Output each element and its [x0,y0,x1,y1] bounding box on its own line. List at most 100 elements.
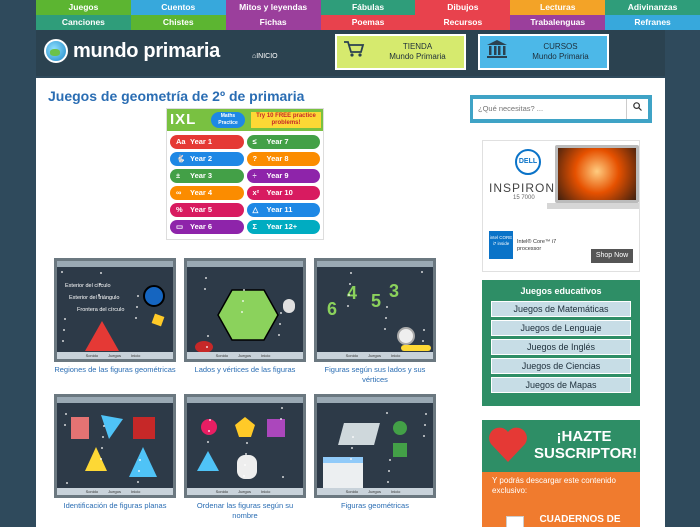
shop-now-button[interactable]: Shop Now [591,249,633,263]
star-decoration [351,447,353,449]
nav-item-adivinanzas[interactable]: Adivinanzas [605,0,700,15]
nav-item-recursos[interactable]: Recursos [415,15,511,30]
game-title[interactable]: Identificación de figuras planas [54,501,176,511]
thumb-footer-sonido[interactable]: Sonido [86,489,98,494]
search-button[interactable] [626,99,648,119]
educational-games-link[interactable]: Juegos de Lenguaje [491,320,631,336]
site-logo[interactable]: mundo primaria [44,39,220,63]
ixl-year-button[interactable]: ? Year 8 [246,152,320,166]
ixl-year-button[interactable]: ≤ Year 7 [246,135,320,149]
thumb-footer-juegos[interactable]: Juegos [238,353,251,358]
tienda-button[interactable]: TIENDA Mundo Primaria [335,34,466,70]
game-thumbnail[interactable]: 4 5 3 6 Sonido Juegos Inicio [314,258,436,362]
subscribe-header: ¡HAZTE SUSCRIPTOR! [482,420,640,472]
thumb-footer-sonido[interactable]: Sonido [346,489,358,494]
ixl-year-button[interactable]: 🐇 Year 2 [170,152,244,166]
laptop-base [547,203,639,209]
ixl-year-button[interactable]: ▭ Year 6 [170,220,244,234]
nav-item-refranes[interactable]: Refranes [605,15,700,30]
star-decoration [205,277,207,279]
star-decoration [138,470,140,472]
thumb-footer-inicio[interactable]: Inicio [391,353,400,358]
hexagon-shape [217,289,279,341]
game-card[interactable]: 4 5 3 6 Sonido Juegos Inicio Figuras según… [314,258,436,384]
thumb-footer-inicio[interactable]: Inicio [261,353,270,358]
heart-icon [489,427,527,462]
game-thumbnail[interactable]: Sonido Juegos Inicio [54,394,176,498]
home-link[interactable]: ⌂INICIO [252,53,278,60]
nav-item-cuentos[interactable]: Cuentos [130,0,226,15]
thumb-footer-inicio[interactable]: Inicio [391,489,400,494]
game-thumbnail[interactable]: Sonido Juegos Inicio [184,394,306,498]
thumb-footer: Sonido Juegos Inicio [57,352,173,359]
thumb-footer-inicio[interactable]: Inicio [131,353,140,358]
nav-item-poemas[interactable]: Poemas [320,15,416,30]
subscribe-banner[interactable]: ¡HAZTE SUSCRIPTOR! Y podrás descargar es… [482,420,640,527]
game-card[interactable]: Sonido Juegos Inicio Ordenar las figuras s… [184,394,306,520]
thumb-footer-inicio[interactable]: Inicio [131,489,140,494]
ixl-year-button[interactable]: Aa Year 1 [170,135,244,149]
astronaut-figure [397,327,415,345]
thumb-footer-sonido[interactable]: Sonido [86,353,98,358]
thumb-footer-sonido[interactable]: Sonido [346,353,358,358]
thumb-footer-sonido[interactable]: Sonido [216,353,228,358]
game-card[interactable]: Sonido Juegos Inicio Figuras geométricas [314,394,436,511]
educational-games-link[interactable]: Juegos de Inglés [491,339,631,355]
nav-item-lecturas[interactable]: Lecturas [510,0,606,15]
ixl-year-button[interactable]: Σ Year 12+ [246,220,320,234]
star-decoration [137,295,139,297]
ixl-year-button[interactable]: ± Year 3 [170,169,244,183]
star-decoration [64,424,66,426]
thumb-footer-juegos[interactable]: Juegos [108,489,121,494]
thumb-footer-inicio[interactable]: Inicio [261,489,270,494]
nav-item-dibujos[interactable]: Dibujos [415,0,511,15]
thumb-footer-juegos[interactable]: Juegos [108,353,121,358]
game-title[interactable]: Regiones de las figuras geométricas [54,365,176,375]
dell-advertisement[interactable]: DELL INSPIRON 15 7000 intel CORE i7 insi… [482,140,640,272]
nav-item-trabalenguas[interactable]: Trabalenguas [510,15,606,30]
nav-item-fichas[interactable]: Fichas [225,15,321,30]
ixl-advertisement[interactable]: IXL Maths Practice Try 10 FREE practice … [166,108,324,240]
nav-item-fábulas[interactable]: Fábulas [320,0,416,15]
star-decoration [207,441,209,443]
game-thumbnail[interactable]: Exterior del círculo Exterior del triáng… [54,258,176,362]
ixl-year-button[interactable]: x² Year 10 [246,186,320,200]
educational-games-link[interactable]: Juegos de Matemáticas [491,301,631,317]
thumb-number: 6 [327,299,338,319]
ixl-year-button[interactable]: ∞ Year 4 [170,186,244,200]
cursos-button[interactable]: CURSOS Mundo Primaria [478,34,609,70]
game-thumbnail[interactable]: Sonido Juegos Inicio [314,394,436,498]
thumb-footer-juegos[interactable]: Juegos [368,489,381,494]
game-title[interactable]: Figuras según sus lados y sus vértices [314,365,436,384]
intel-chip-badge: intel CORE i7 inside [489,231,513,259]
thumb-footer-sonido[interactable]: Sonido [216,489,228,494]
game-title[interactable]: Ordenar las figuras según su nombre [184,501,306,520]
game-title[interactable]: Figuras geométricas [314,501,436,511]
nav-item-chistes[interactable]: Chistes [130,15,226,30]
educational-games-link[interactable]: Juegos de Ciencias [491,358,631,374]
year-label: Year 9 [266,171,289,180]
subscribe-book-title: CUADERNOS DE VERANO [539,514,621,527]
star-decoration [425,413,427,415]
thumb-footer-juegos[interactable]: Juegos [368,353,381,358]
game-thumbnail[interactable]: Sonido Juegos Inicio [184,258,306,362]
thumb-number: 5 [371,291,382,311]
star-decoration [101,447,103,449]
nav-item-juegos[interactable]: Juegos [36,0,131,15]
ixl-year-button[interactable]: ÷ Year 9 [246,169,320,183]
search-input[interactable] [473,98,626,119]
game-card[interactable]: Sonido Juegos Inicio Identificación de fig… [54,394,176,511]
game-card[interactable]: Exterior del círculo Exterior del triáng… [54,258,176,375]
nav-item-mitos-y-leyendas[interactable]: Mitos y leyendas [225,0,321,15]
ixl-badge: Maths Practice [211,112,245,128]
educational-games-link[interactable]: Juegos de Mapas [491,377,631,393]
star-decoration [387,481,389,483]
ixl-year-button[interactable]: △ Year 11 [246,203,320,217]
game-title[interactable]: Lados y vértices de las figuras [184,365,306,375]
shape-square [151,313,165,327]
game-card[interactable]: Sonido Juegos Inicio Lados y vértices de l… [184,258,306,375]
star-decoration [137,481,139,483]
nav-item-canciones[interactable]: Canciones [36,15,131,30]
ixl-year-button[interactable]: % Year 5 [170,203,244,217]
thumb-footer-juegos[interactable]: Juegos [238,489,251,494]
